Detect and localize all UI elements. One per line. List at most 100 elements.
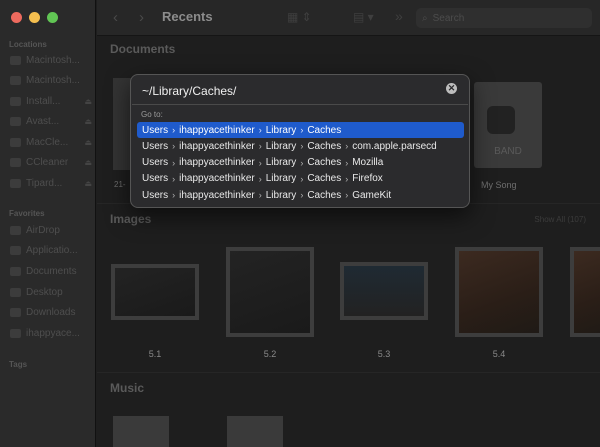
path-segment: Caches <box>307 157 342 169</box>
path-segment: Caches <box>307 124 342 136</box>
path-segment: Users <box>142 157 169 169</box>
path-segment: Users <box>142 173 169 185</box>
sidebar-item-icon <box>10 55 21 65</box>
sidebar-item[interactable]: Macintosh... <box>10 73 92 89</box>
path-segment: Caches <box>307 140 342 152</box>
sidebar-item-icon <box>10 266 21 276</box>
sidebar-locations-header: Locations <box>9 40 47 49</box>
sidebar-item-label: MacCle... <box>26 136 69 148</box>
sidebar-item[interactable]: Avast... ⏏ <box>10 114 92 130</box>
path-segment: Caches <box>307 173 342 185</box>
path-separator-icon: › <box>345 157 349 168</box>
band-file-badge: BAND <box>494 146 522 157</box>
path-separator-icon: › <box>172 125 176 135</box>
sidebar-item[interactable]: Documents <box>10 263 92 279</box>
close-window-button[interactable] <box>11 12 22 23</box>
garageband-icon <box>487 106 515 134</box>
image-thumbnail[interactable] <box>570 247 600 337</box>
path-separator-icon: › <box>300 173 304 184</box>
path-segment: ihappyacethinker <box>179 173 255 185</box>
path-segment: ihappyacethinker <box>179 124 255 136</box>
sidebar-item-icon <box>10 287 21 297</box>
path-suggestion[interactable]: Users › ihappyacethinker › Library › Caches › Fi… <box>137 171 464 187</box>
back-chevron-icon[interactable]: ‹ <box>113 9 118 26</box>
path-suggestion[interactable]: Users › ihappyacethinker › Library › Caches › Mo… <box>137 155 464 171</box>
sidebar-item-icon <box>10 225 21 235</box>
sidebar-item-icon <box>10 76 21 85</box>
sidebar-item[interactable]: MacCle... ⏏ <box>10 134 92 150</box>
path-segment: com.apple.parsecd <box>352 140 437 152</box>
sidebar-item[interactable]: ihappyace... <box>10 326 92 342</box>
path-input[interactable]: ~/Library/Caches/ <box>139 78 461 104</box>
image-thumbnail[interactable] <box>111 264 199 320</box>
toolbar: ‹ › Recents ▦ ⇕ ▤ ▾ » ⌕ Search <box>97 0 600 36</box>
music-thumbnail[interactable] <box>227 416 283 447</box>
path-separator-icon: › <box>258 125 262 135</box>
sidebar-item-label: Macintosh... <box>26 75 80 86</box>
path-segment: Users <box>142 189 169 201</box>
forward-chevron-icon[interactable]: › <box>139 9 144 26</box>
sidebar-item-icon <box>10 137 21 147</box>
sidebar-item-icon <box>10 246 21 256</box>
path-separator-icon: › <box>345 141 349 152</box>
sidebar-item-label: Avast... <box>26 116 60 127</box>
zoom-window-button[interactable] <box>47 12 58 23</box>
sidebar-item[interactable]: Downloads <box>10 305 92 321</box>
path-segment: Firefox <box>352 173 383 185</box>
path-segment: Library <box>265 189 297 201</box>
image-label: 5.4 <box>492 349 506 359</box>
path-separator-icon: › <box>258 157 262 168</box>
more-toolbar-icon[interactable]: » <box>395 8 403 24</box>
path-segment: ihappyacethinker <box>179 140 255 152</box>
eject-icon[interactable]: ⏏ <box>84 158 92 167</box>
eject-icon[interactable]: ⏏ <box>84 97 92 106</box>
search-field[interactable]: ⌕ Search <box>416 8 592 28</box>
path-separator-icon: › <box>300 157 304 168</box>
path-separator-icon: › <box>300 125 304 135</box>
path-segment: Library <box>265 173 297 185</box>
sidebar-item[interactable]: AirDrop <box>10 222 92 238</box>
group-options-icon[interactable]: ▤ ▾ <box>353 10 374 24</box>
sidebar-item[interactable]: Tipard... ⏏ <box>10 175 92 191</box>
sidebar-item[interactable]: Applicatio... <box>10 243 92 259</box>
eject-icon[interactable]: ⏏ <box>84 117 92 126</box>
sidebar-item-icon <box>10 96 21 106</box>
sidebar-item-icon <box>10 308 21 318</box>
image-label: 5.1 <box>148 349 162 359</box>
music-thumbnail[interactable] <box>113 416 169 447</box>
path-segment: Caches <box>307 189 342 201</box>
sidebar-item-label: Downloads <box>26 307 76 319</box>
go-to-folder-dialog: ~/Library/Caches/ ✕ Go to: Users › ihappya… <box>130 74 470 208</box>
eject-icon[interactable]: ⏏ <box>84 179 92 188</box>
clear-input-icon[interactable]: ✕ <box>446 83 457 94</box>
sidebar: Locations Macintosh... Macintosh... Instal… <box>0 0 96 447</box>
image-thumbnail[interactable] <box>340 262 428 320</box>
path-suggestion[interactable]: Users › ihappyacethinker › Library › Caches › co… <box>137 138 464 154</box>
sidebar-item-label: Applicatio... <box>26 245 78 257</box>
images-section-title: Images <box>110 212 152 226</box>
path-separator-icon: › <box>172 141 176 152</box>
image-thumbnail[interactable] <box>455 247 543 337</box>
sidebar-item[interactable]: Desktop <box>10 284 92 300</box>
eject-icon[interactable]: ⏏ <box>84 138 92 147</box>
minimize-window-button[interactable] <box>29 12 40 23</box>
music-section-title: Music <box>110 381 145 395</box>
path-segment: Library <box>265 124 297 136</box>
sidebar-item[interactable]: Install... ⏏ <box>10 93 92 109</box>
sidebar-item[interactable]: Macintosh... <box>10 52 92 68</box>
image-label: 5.3 <box>377 349 391 359</box>
my-song-label: My Song <box>481 180 517 190</box>
path-separator-icon: › <box>258 173 262 184</box>
path-suggestion[interactable]: Users › ihappyacethinker › Library › Caches › Ga… <box>137 187 464 203</box>
view-grid-icon[interactable]: ▦ ⇕ <box>287 10 312 24</box>
go-to-label: Go to: <box>141 110 163 119</box>
show-all-images-link[interactable]: Show All (107) <box>534 215 586 224</box>
documents-section-title: Documents <box>110 42 176 56</box>
sidebar-item[interactable]: CCleaner ⏏ <box>10 155 92 171</box>
path-suggestion[interactable]: Users › ihappyacethinker › Library › Caches <box>137 122 464 138</box>
image-thumbnail[interactable] <box>226 247 314 337</box>
path-segment: ihappyacethinker <box>179 157 255 169</box>
sidebar-item-label: AirDrop <box>26 224 60 236</box>
sidebar-item-icon <box>10 178 21 188</box>
path-separator-icon: › <box>258 141 262 152</box>
